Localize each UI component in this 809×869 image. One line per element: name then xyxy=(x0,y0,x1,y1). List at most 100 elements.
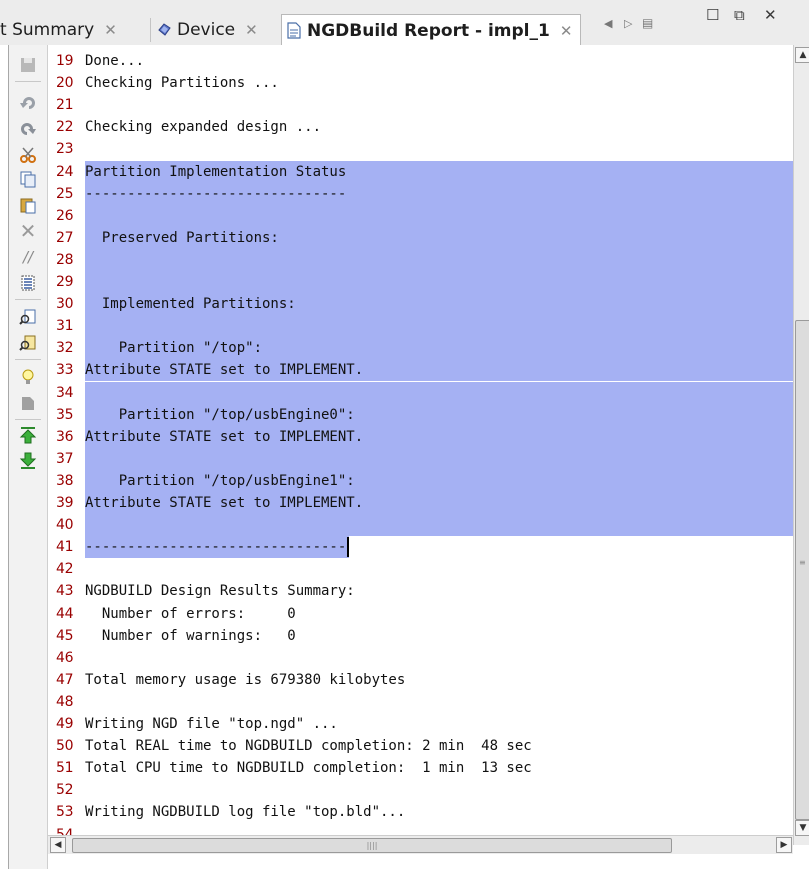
restore-window-icon[interactable]: ☐ xyxy=(706,6,719,24)
scroll-down-icon[interactable]: ▼ xyxy=(795,820,809,836)
code-line[interactable]: 27 Preserved Partitions: xyxy=(48,226,793,249)
code-line[interactable]: 49 Writing NGD file "top.ngd" ... xyxy=(48,713,793,735)
save-icon[interactable] xyxy=(18,55,38,75)
maximize-window-icon[interactable]: ⧉ xyxy=(734,6,745,24)
line-text[interactable]: Implemented Partitions: xyxy=(85,293,793,316)
code-line[interactable]: 53 Writing NGDBUILD log file "top.bld"... xyxy=(48,801,793,823)
code-line[interactable]: 51 Total CPU time to NGDBUILD completion:… xyxy=(48,757,793,779)
vertical-scrollbar[interactable]: ▲ ≡ ▼ xyxy=(793,45,809,845)
line-text[interactable]: Partition "/top/usbEngine1": xyxy=(85,469,793,492)
code-line[interactable]: 29 xyxy=(48,271,793,293)
code-line[interactable]: 40 xyxy=(48,514,793,537)
line-text[interactable] xyxy=(85,94,793,116)
code-line[interactable]: 50 Total REAL time to NGDBUILD completion… xyxy=(48,735,793,757)
line-text[interactable]: Done... xyxy=(85,50,793,72)
code-area[interactable]: 19 Done... 20 Checking Partitions ... 21 22 Ch… xyxy=(48,50,793,835)
paste-icon[interactable] xyxy=(18,195,38,215)
horizontal-scroll-thumb[interactable]: |||| xyxy=(72,838,672,853)
line-text[interactable]: Partition "/top": xyxy=(85,337,793,360)
line-text[interactable] xyxy=(85,138,793,160)
line-text[interactable] xyxy=(85,779,793,801)
delete-icon[interactable]: ✕ xyxy=(18,219,38,243)
scroll-tabs-right-icon[interactable]: ▷ xyxy=(624,17,632,30)
code-line[interactable]: 25 ------------------------------- xyxy=(48,182,793,205)
scroll-left-icon[interactable]: ◀ xyxy=(50,837,66,853)
code-line[interactable]: 26 xyxy=(48,204,793,227)
line-text[interactable]: Number of errors: 0 xyxy=(85,603,793,625)
go-to-bottom-icon[interactable] xyxy=(18,451,38,471)
code-line[interactable]: 39 Attribute STATE set to IMPLEMENT. xyxy=(48,492,793,514)
line-text[interactable] xyxy=(85,558,793,580)
line-text[interactable] xyxy=(85,447,793,470)
code-line[interactable]: 47 Total memory usage is 679380 kilobytes xyxy=(48,669,793,691)
code-line[interactable]: 23 xyxy=(48,138,793,160)
code-line[interactable]: 34 xyxy=(48,381,793,404)
tab-summary[interactable]: t Summary ✕ xyxy=(0,15,117,45)
close-window-icon[interactable]: ✕ xyxy=(764,6,777,24)
close-icon[interactable]: ✕ xyxy=(560,22,573,40)
code-line[interactable]: 36 Attribute STATE set to IMPLEMENT. xyxy=(48,425,793,448)
line-text[interactable]: Total CPU time to NGDBUILD completion: 1… xyxy=(85,757,793,779)
line-text[interactable]: Attribute STATE set to IMPLEMENT. xyxy=(85,425,793,448)
line-text[interactable]: NGDBUILD Design Results Summary: xyxy=(85,580,793,602)
line-text[interactable]: Total memory usage is 679380 kilobytes xyxy=(85,669,793,691)
line-text[interactable]: ------------------------------- xyxy=(85,536,350,559)
close-icon[interactable]: ✕ xyxy=(245,21,258,39)
code-line[interactable]: 21 xyxy=(48,94,793,116)
code-line[interactable]: 52 xyxy=(48,779,793,801)
line-text[interactable]: Partition "/top/usbEngine0": xyxy=(85,403,793,426)
line-text[interactable]: Attribute STATE set to IMPLEMENT. xyxy=(85,492,793,514)
comment-icon[interactable]: // xyxy=(18,247,38,267)
line-text[interactable]: Attribute STATE set to IMPLEMENT. xyxy=(85,359,793,382)
close-icon[interactable]: ✕ xyxy=(104,21,117,39)
code-line[interactable]: 20 Checking Partitions ... xyxy=(48,72,793,94)
code-line[interactable]: 22 Checking expanded design ... xyxy=(48,116,793,138)
code-line[interactable]: 28 xyxy=(48,248,793,271)
vertical-scroll-thumb[interactable]: ≡ xyxy=(795,320,809,820)
code-line[interactable]: 48 xyxy=(48,691,793,713)
code-line[interactable]: 44 Number of errors: 0 xyxy=(48,603,793,625)
code-line[interactable]: 37 xyxy=(48,447,793,470)
line-text[interactable]: Total REAL time to NGDBUILD completion: … xyxy=(85,735,793,757)
line-text[interactable]: Checking expanded design ... xyxy=(85,116,793,138)
code-line[interactable]: 33 Attribute STATE set to IMPLEMENT. xyxy=(48,359,793,382)
line-text[interactable] xyxy=(85,824,793,836)
code-line[interactable]: 45 Number of warnings: 0 xyxy=(48,625,793,647)
undo-icon[interactable] xyxy=(18,93,38,113)
code-line[interactable]: 32 Partition "/top": xyxy=(48,337,793,360)
find-icon[interactable] xyxy=(18,307,38,327)
line-text[interactable]: ------------------------------- xyxy=(85,182,793,205)
go-to-top-icon[interactable] xyxy=(18,425,38,445)
line-text[interactable] xyxy=(85,691,793,713)
line-text[interactable] xyxy=(85,271,793,293)
line-text[interactable] xyxy=(85,248,793,271)
replace-icon[interactable] xyxy=(18,333,38,353)
line-text[interactable] xyxy=(85,315,793,338)
line-text[interactable] xyxy=(85,204,793,227)
code-line[interactable]: 19 Done... xyxy=(48,50,793,72)
line-text[interactable]: Writing NGDBUILD log file "top.bld"... xyxy=(85,801,793,823)
bulb-icon[interactable] xyxy=(18,367,38,387)
tab-ngdbuild-report[interactable]: NGDBuild Report - impl_1 ✕ xyxy=(281,14,582,46)
scroll-tabs-left-icon[interactable]: ◀ xyxy=(604,17,612,30)
redo-icon[interactable] xyxy=(18,119,38,139)
code-line[interactable]: 46 xyxy=(48,647,793,669)
scroll-right-icon[interactable]: ▶ xyxy=(776,837,792,853)
line-text[interactable] xyxy=(85,381,793,404)
line-text[interactable] xyxy=(85,514,793,537)
code-line[interactable]: 38 Partition "/top/usbEngine1": xyxy=(48,469,793,492)
line-text[interactable]: Partition Implementation Status xyxy=(85,160,793,183)
scroll-up-icon[interactable]: ▲ xyxy=(795,47,809,63)
line-text[interactable]: Writing NGD file "top.ngd" ... xyxy=(85,713,793,735)
select-all-icon[interactable] xyxy=(18,273,38,293)
line-text[interactable]: Checking Partitions ... xyxy=(85,72,793,94)
code-line[interactable]: 24 Partition Implementation Status xyxy=(48,160,793,183)
horizontal-scrollbar[interactable]: ◀ |||| ▶ xyxy=(48,835,793,854)
code-line[interactable]: 30 Implemented Partitions: xyxy=(48,293,793,316)
line-text[interactable] xyxy=(85,647,793,669)
code-line[interactable]: 42 xyxy=(48,558,793,580)
code-line[interactable]: 54 xyxy=(48,824,793,836)
copy-icon[interactable] xyxy=(18,169,38,189)
line-text[interactable]: Preserved Partitions: xyxy=(85,226,793,249)
cut-icon[interactable] xyxy=(18,145,38,165)
